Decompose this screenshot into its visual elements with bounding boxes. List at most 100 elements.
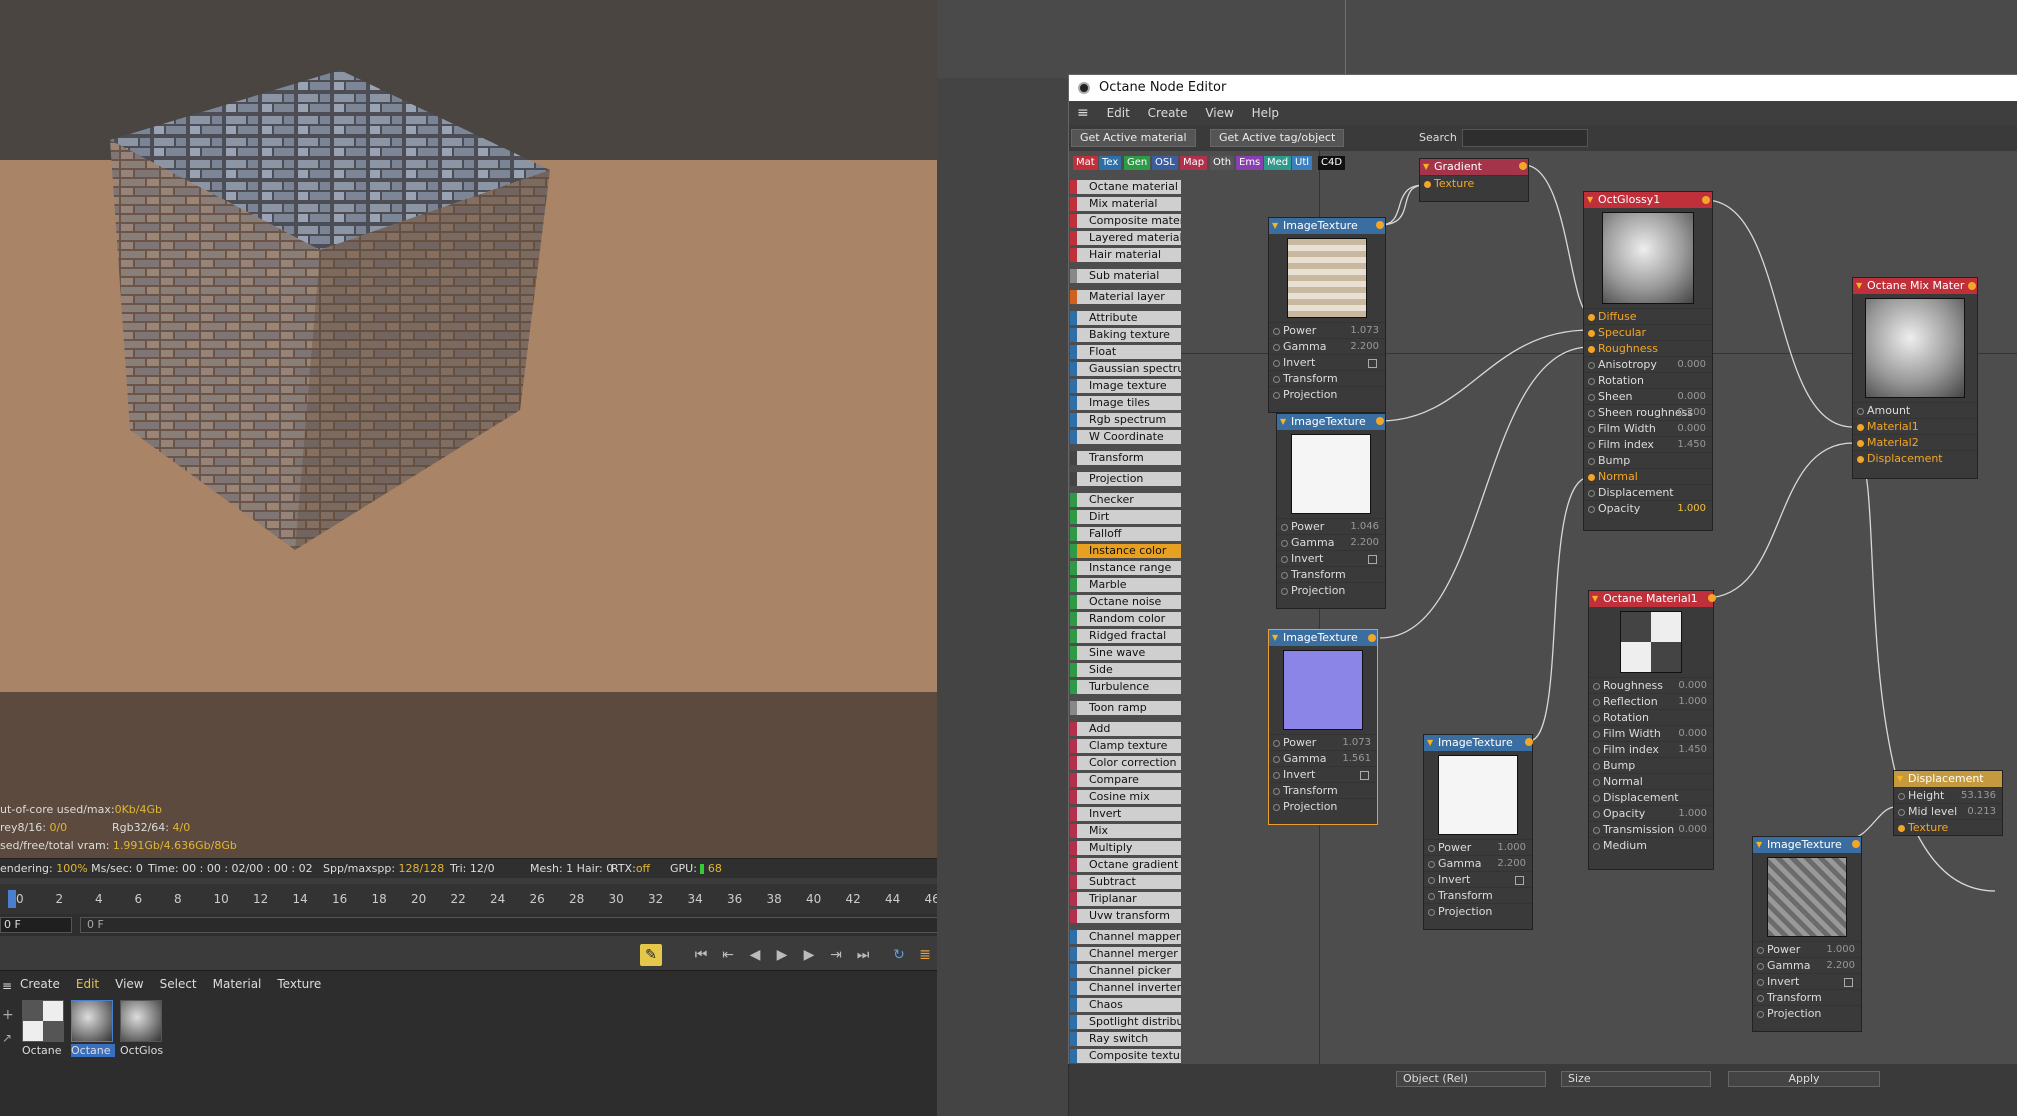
port-displacement[interactable]: Displacement xyxy=(1584,484,1712,500)
port-texture[interactable]: Texture xyxy=(1894,819,2002,835)
category-tab-tex[interactable]: Tex xyxy=(1099,156,1122,170)
port-displacement[interactable]: Displacement xyxy=(1853,450,1977,466)
port-rotation[interactable]: Rotation xyxy=(1584,372,1712,388)
param-opacity[interactable]: Opacity 1.000 xyxy=(1589,805,1713,821)
prev-key-icon[interactable]: ⇤ xyxy=(717,944,739,966)
category-tab-gen[interactable]: Gen xyxy=(1124,156,1151,170)
mm-menu-create[interactable]: Create xyxy=(20,977,60,991)
port-transform[interactable]: Transform xyxy=(1277,566,1385,582)
sidebar-item-octane-material[interactable]: Octane material xyxy=(1070,180,1181,194)
sidebar-item-sine-wave[interactable]: Sine wave xyxy=(1070,646,1181,660)
category-tab-mat[interactable]: Mat xyxy=(1073,156,1098,170)
sidebar-item-attribute[interactable]: Attribute xyxy=(1070,311,1181,325)
apply-button[interactable]: Apply xyxy=(1728,1071,1880,1087)
node-title[interactable]: ImageTexture xyxy=(1269,630,1377,646)
sidebar-item-chaos[interactable]: Chaos xyxy=(1070,998,1181,1012)
sidebar-item-toon-ramp[interactable]: Toon ramp xyxy=(1070,701,1181,715)
port-texture[interactable]: Texture xyxy=(1420,175,1528,191)
node-title[interactable]: Octane Mix Mater xyxy=(1853,278,1977,294)
param-power[interactable]: Power 1.000 xyxy=(1424,839,1532,855)
param-invert[interactable]: Invert xyxy=(1424,871,1532,887)
render-viewport[interactable]: ut-of-core used/max:0Kb/4Gb rey8/16: 0/0… xyxy=(0,0,937,862)
node-title[interactable]: Displacement xyxy=(1894,771,2002,787)
port-medium[interactable]: Medium xyxy=(1589,837,1713,853)
mm-menu-view[interactable]: View xyxy=(115,977,143,991)
port-normal[interactable]: Normal xyxy=(1589,773,1713,789)
param-invert[interactable]: Invert xyxy=(1269,766,1377,782)
loop-icon[interactable]: ↻ xyxy=(888,944,910,966)
port-material2[interactable]: Material2 xyxy=(1853,434,1977,450)
sidebar-item-channel-merger[interactable]: Channel merger xyxy=(1070,947,1181,961)
port-bump[interactable]: Bump xyxy=(1589,757,1713,773)
output-port[interactable] xyxy=(1968,282,1976,290)
sidebar-item-clamp-texture[interactable]: Clamp texture xyxy=(1070,739,1181,753)
node-octane-material[interactable]: Octane Material1 Roughness0.000 Reflecti… xyxy=(1588,590,1714,870)
node-gradient[interactable]: Gradient Texture xyxy=(1419,158,1529,202)
material-thumb-octane-1[interactable] xyxy=(22,1000,64,1042)
param-opacity[interactable]: Opacity 1.000 xyxy=(1584,500,1712,516)
sidebar-item-float[interactable]: Float xyxy=(1070,345,1181,359)
port-rotation[interactable]: Rotation xyxy=(1589,709,1713,725)
param-power[interactable]: Power 1.073 xyxy=(1269,734,1377,750)
port-bump[interactable]: Bump xyxy=(1584,452,1712,468)
sidebar-item-sub-material[interactable]: Sub material xyxy=(1070,269,1181,283)
next-frame-icon[interactable]: ▶ xyxy=(798,944,820,966)
node-title[interactable]: Octane Material1 xyxy=(1589,591,1713,607)
sidebar-item-subtract[interactable]: Subtract xyxy=(1070,875,1181,889)
port-transform[interactable]: Transform xyxy=(1753,989,1861,1005)
editor-menu-edit[interactable]: Edit xyxy=(1107,106,1130,120)
port-transform[interactable]: Transform xyxy=(1269,782,1377,798)
arrow-icon[interactable]: ↗ xyxy=(2,1031,12,1045)
sidebar-item-w-coordinate[interactable]: W Coordinate xyxy=(1070,430,1181,444)
next-key-icon[interactable]: ⇥ xyxy=(825,944,847,966)
frame-range-field[interactable]: 0 F xyxy=(80,917,1066,933)
sidebar-item-composite-materia[interactable]: Composite materia xyxy=(1070,214,1181,228)
port-roughness[interactable]: Roughness xyxy=(1584,340,1712,356)
port-projection[interactable]: Projection xyxy=(1424,903,1532,919)
output-port[interactable] xyxy=(1525,738,1533,746)
sidebar-item-channel-mapper[interactable]: Channel mapper xyxy=(1070,930,1181,944)
category-tab-ems[interactable]: Ems xyxy=(1236,156,1264,170)
port-projection[interactable]: Projection xyxy=(1269,386,1385,402)
sidebar-item-baking-texture[interactable]: Baking texture xyxy=(1070,328,1181,342)
search-input[interactable] xyxy=(1462,129,1588,147)
sidebar-item-ray-switch[interactable]: Ray switch xyxy=(1070,1032,1181,1046)
node-displacement[interactable]: Displacement Height53.136 Mid level0.213… xyxy=(1893,770,2003,836)
category-tab-osl[interactable]: OSL xyxy=(1152,156,1178,170)
keyframe-record-icon[interactable]: ✎ xyxy=(640,944,662,966)
editor-menu-view[interactable]: View xyxy=(1205,106,1233,120)
get-active-tag-button[interactable]: Get Active tag/object xyxy=(1210,129,1345,147)
current-frame-field[interactable]: 0 F xyxy=(0,917,72,933)
param-gamma[interactable]: Gamma 1.561 xyxy=(1269,750,1377,766)
sidebar-item-triplanar[interactable]: Triplanar xyxy=(1070,892,1181,906)
param-mid-level[interactable]: Mid level 0.213 xyxy=(1894,803,2002,819)
sidebar-item-material-layer[interactable]: Material layer xyxy=(1070,290,1181,304)
sidebar-item-instance-color[interactable]: Instance color xyxy=(1070,544,1181,558)
sidebar-item-side[interactable]: Side xyxy=(1070,663,1181,677)
mm-menu-material[interactable]: Material xyxy=(213,977,262,991)
param-film-index[interactable]: Film index 1.450 xyxy=(1584,436,1712,452)
sidebar-item-hair-material[interactable]: Hair material xyxy=(1070,248,1181,262)
sidebar-item-composite-texture[interactable]: Composite texture xyxy=(1070,1049,1181,1063)
port-displacement[interactable]: Displacement xyxy=(1589,789,1713,805)
sidebar-item-image-tiles[interactable]: Image tiles xyxy=(1070,396,1181,410)
sidebar-item-projection[interactable]: Projection xyxy=(1070,472,1181,486)
param-power[interactable]: Power 1.073 xyxy=(1269,322,1385,338)
output-port[interactable] xyxy=(1702,196,1710,204)
param-gamma[interactable]: Gamma 2.200 xyxy=(1269,338,1385,354)
sidebar-item-instance-range[interactable]: Instance range xyxy=(1070,561,1181,575)
sidebar-item-layered-material[interactable]: Layered material xyxy=(1070,231,1181,245)
node-title[interactable]: OctGlossy1 xyxy=(1584,192,1712,208)
port-material1[interactable]: Material1 xyxy=(1853,418,1977,434)
param-height[interactable]: Height 53.136 xyxy=(1894,787,2002,803)
param-power[interactable]: Power 1.000 xyxy=(1753,941,1861,957)
sidebar-item-color-correction[interactable]: Color correction xyxy=(1070,756,1181,770)
category-tab-map[interactable]: Map xyxy=(1180,156,1208,170)
category-tab-c4d[interactable]: C4D xyxy=(1318,156,1346,170)
go-to-end-icon[interactable]: ⏭ xyxy=(852,944,874,966)
sidebar-item-rgb-spectrum[interactable]: Rgb spectrum xyxy=(1070,413,1181,427)
param-sheen-roughness[interactable]: Sheen roughness 0.200 xyxy=(1584,404,1712,420)
sidebar-item-octane-noise[interactable]: Octane noise xyxy=(1070,595,1181,609)
size-mode-dropdown[interactable]: Size xyxy=(1561,1071,1711,1087)
output-port[interactable] xyxy=(1376,221,1384,229)
